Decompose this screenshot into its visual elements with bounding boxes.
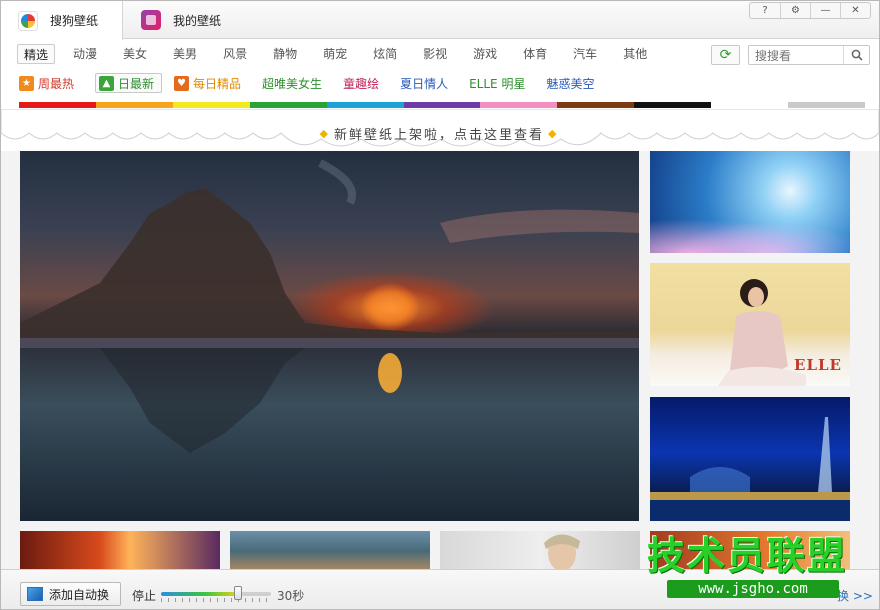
tab-sogou-wallpaper[interactable]: 搜狗壁纸 (1, 1, 123, 40)
mountain-silhouette (20, 159, 639, 453)
refresh-button[interactable]: ⟳ (711, 45, 740, 65)
banner-text-wrap: ◆ 新鲜壁纸上架啦，点击这里查看 ◆ (289, 123, 589, 143)
color-filter-pink[interactable] (480, 102, 558, 108)
wallpaper-dubai-night[interactable] (650, 397, 850, 521)
wallpaper-thumb-coast[interactable] (230, 531, 430, 569)
minimize-button[interactable]: — (810, 3, 840, 18)
app-window: 搜狗壁纸 我的壁纸 ? ⚙ — ✕ 精选 动漫 美女 美男 风景 静物 萌宠 炫… (0, 0, 880, 610)
color-filter-gray[interactable] (788, 102, 865, 108)
special-label: 超唯美女生 (262, 76, 323, 91)
new-wallpaper-banner[interactable]: ◆ 新鲜壁纸上架啦，点击这里查看 ◆ (1, 109, 879, 151)
color-filter-cyan[interactable] (326, 102, 404, 108)
special-collections: ★ 周最热 ▲ 日最新 ♥ 每日精品 超唯美女生 童趣绘 夏日情人 ELLE 明… (19, 73, 615, 93)
category-nav: 精选 动漫 美女 美男 风景 静物 萌宠 炫简 影视 游戏 体育 汽车 其他 (17, 44, 667, 64)
wallpaper-elle-star[interactable]: ELLE (650, 263, 850, 386)
category-games[interactable]: 游戏 (467, 44, 503, 64)
elle-logo: ELLE (794, 356, 842, 374)
category-pets[interactable]: 萌宠 (317, 44, 353, 64)
special-label: 童趣绘 (343, 76, 380, 91)
interval-slider[interactable] (161, 586, 271, 602)
color-filter-purple[interactable] (403, 102, 481, 108)
slider-track (161, 592, 271, 596)
category-still-life[interactable]: 静物 (267, 44, 303, 64)
color-filter-green[interactable] (249, 102, 327, 108)
bokeh-highlight (650, 213, 850, 253)
color-filter-red[interactable] (19, 102, 96, 108)
category-beauty[interactable]: 美女 (117, 44, 153, 64)
settings-button[interactable]: ⚙ (780, 3, 810, 18)
tab-label: 搜狗壁纸 (50, 14, 99, 28)
interval-label: 30秒 (277, 589, 305, 603)
color-filter-brown[interactable] (557, 102, 635, 108)
color-filter-black[interactable] (634, 102, 712, 108)
special-label: 周最热 (38, 76, 75, 91)
special-label: ELLE 明星 (469, 76, 526, 91)
special-elle-stars[interactable]: ELLE 明星 (469, 73, 525, 93)
banner-text: 新鲜壁纸上架啦，点击这里查看 (333, 127, 544, 143)
close-button[interactable]: ✕ (840, 3, 870, 18)
auto-change-icon (27, 587, 43, 601)
slider-knob[interactable] (234, 586, 242, 600)
tab-label: 我的壁纸 (173, 13, 222, 28)
site-watermark: 技术员联盟 www.jsgho.com (647, 534, 847, 604)
special-label: 日最新 (118, 76, 155, 91)
heart-icon: ♥ (174, 75, 190, 91)
color-filter-white[interactable] (711, 102, 789, 108)
special-beautiful-girls[interactable]: 超唯美女生 (262, 73, 322, 93)
special-daily-best[interactable]: ♥ 每日精品 (174, 73, 241, 93)
color-filter-yellow[interactable] (172, 102, 250, 108)
category-movies[interactable]: 影视 (417, 44, 453, 64)
diamond-icon: ◆ (319, 126, 330, 140)
category-sports[interactable]: 体育 (517, 44, 553, 64)
wallpaper-grid: ELLE ◆ 新鲜壁纸上架啦，点击这里查看 ◆ (1, 109, 879, 569)
special-label: 夏日情人 (400, 76, 449, 91)
search-input[interactable] (755, 48, 841, 63)
special-label: 每日精品 (193, 76, 242, 91)
wallpaper-featured-sunset[interactable] (20, 133, 639, 521)
category-other[interactable]: 其他 (617, 44, 653, 64)
slider-ticks (161, 598, 271, 602)
new-image-icon: ▲ (99, 75, 115, 91)
search-button[interactable] (843, 46, 869, 64)
diamond-icon: ◆ (548, 126, 559, 140)
search-icon (851, 49, 863, 61)
title-bar: 搜狗壁纸 我的壁纸 ? ⚙ — ✕ (1, 1, 879, 40)
refresh-icon: ⟳ (719, 47, 732, 63)
color-filter-orange[interactable] (95, 102, 173, 108)
star-icon: ★ (19, 75, 34, 91)
special-childlike[interactable]: 童趣绘 (343, 73, 379, 93)
special-summer-lover[interactable]: 夏日情人 (400, 73, 448, 93)
category-cars[interactable]: 汽车 (567, 44, 603, 64)
wallpaper-thumb-fire[interactable] (20, 531, 220, 569)
search-box (748, 45, 870, 65)
watermark-title: 技术员联盟 (647, 534, 848, 578)
watermark-url: www.jsgho.com (667, 580, 839, 598)
my-wallpaper-icon (141, 10, 161, 30)
category-anime[interactable]: 动漫 (67, 44, 103, 64)
window-controls: ? ⚙ — ✕ (749, 2, 871, 19)
category-featured[interactable]: 精选 (17, 44, 56, 64)
special-weekly-hot[interactable]: ★ 周最热 (19, 73, 74, 93)
help-button[interactable]: ? (750, 3, 780, 18)
city-skyline (650, 417, 850, 521)
auto-button-label: 添加自动换 (49, 587, 110, 602)
special-label: 魅惑美空 (546, 76, 595, 91)
special-daily-new[interactable]: ▲ 日最新 (95, 73, 163, 93)
tab-my-wallpaper[interactable]: 我的壁纸 (124, 1, 254, 39)
category-scenery[interactable]: 风景 (217, 44, 253, 64)
color-filter-bar (19, 102, 865, 108)
special-charming[interactable]: 魅惑美空 (546, 73, 594, 93)
stop-label[interactable]: 停止 (132, 587, 156, 604)
add-auto-change-button[interactable]: 添加自动换 (20, 582, 121, 606)
category-handsome[interactable]: 美男 (167, 44, 203, 64)
sogou-logo-icon (18, 10, 38, 31)
wallpaper-thumb-portrait[interactable] (440, 531, 640, 569)
scrollbar[interactable] (860, 139, 870, 569)
category-minimal[interactable]: 炫简 (367, 44, 403, 64)
portrait-figure (544, 534, 580, 569)
